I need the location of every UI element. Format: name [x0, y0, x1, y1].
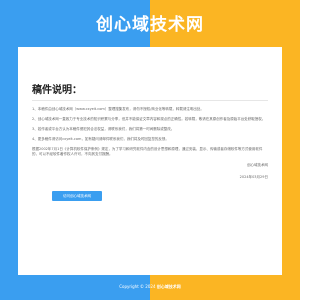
- date: 2024年03月29日: [239, 175, 268, 179]
- signature: 创心域技术网: [247, 163, 268, 167]
- copyright-text: Copyright © 2024: [119, 284, 156, 289]
- visit-site-button[interactable]: 访问创心域技术网: [52, 191, 102, 201]
- notice-item: 3、若作者或平台方认为本稿件侵犯其合法权益，请联系我们，我们将第一时间删除或整改…: [32, 127, 175, 131]
- notice-list: 1、本稿件由创心域技术网（www.cxyeit.com）整理搜集发布，请勿不授权…: [32, 107, 268, 142]
- page: 创心域技术网 稿件说明： 1、本稿件由创心域技术网（www.cxyeit.com…: [0, 0, 300, 300]
- legal-paragraph: 根据2002年7月1日《计算机软件保护条例》规定，为了学习和研究软件内含的设计思…: [32, 147, 263, 156]
- card-title: 稿件说明：: [32, 85, 82, 96]
- site-title: 创心域技术网: [96, 15, 204, 35]
- notice-card: 稿件说明： 1、本稿件由创心域技术网（www.cxyeit.com）整理搜集发布…: [18, 47, 282, 275]
- notice-item: 4、更多稿件请访问cxyeit.com，如有疑问请邮件联系我们，我们将及时回复您…: [32, 137, 169, 141]
- footer: Copyright © 2024 创心域技术网: [0, 284, 300, 290]
- footer-brand-link[interactable]: 创心域技术网: [157, 284, 181, 289]
- divider: [32, 100, 268, 101]
- notice-item: 2、创心域技术网一直致力于专业技术的知识积累与分享，但并不能保证文章内容和观点的…: [32, 117, 266, 121]
- notice-item: 1、本稿件由创心域技术网（www.cxyeit.com）整理搜集发布，请勿不授权…: [32, 107, 204, 111]
